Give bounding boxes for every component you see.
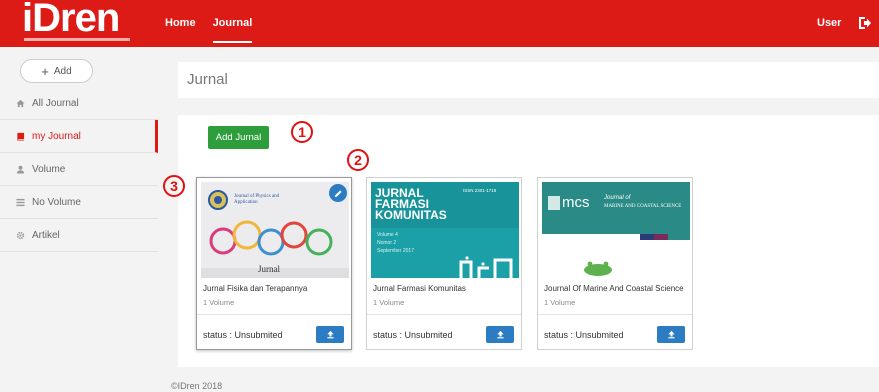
plus-icon: +: [41, 63, 49, 79]
sidebar-item-label: Artikel: [32, 229, 60, 241]
journal-cover-image: JURNAL FARMASI KOMUNITAS ISSN 2301-1718 …: [371, 182, 519, 278]
pencil-icon: [334, 189, 342, 197]
annotation-marker-2: 2: [347, 149, 369, 171]
annotation-marker-3: 3: [163, 175, 185, 197]
main-nav: Home Journal: [165, 0, 269, 47]
cover-volume: Volume 4: [377, 232, 398, 238]
user-icon: [16, 165, 25, 174]
sidebar-item-label: my Journal: [32, 130, 81, 142]
nav-journal[interactable]: Journal: [212, 0, 252, 47]
cover-date: September 2017: [377, 248, 414, 254]
sidebar-item-volume[interactable]: Volume: [0, 153, 158, 186]
annotation-marker-1: 1: [291, 121, 313, 143]
user-menu[interactable]: User: [817, 0, 841, 47]
page-title: Jurnal: [187, 71, 228, 88]
sidebar-item-label: No Volume: [32, 196, 81, 208]
journal-card-farmasi[interactable]: JURNAL FARMASI KOMUNITAS ISSN 2301-1718 …: [366, 177, 522, 350]
add-button-label: Add: [53, 65, 72, 77]
add-jurnal-button[interactable]: Add Jurnal: [208, 126, 269, 149]
cover-heading: Journal of Physics and Application: [234, 194, 280, 205]
sidebar-item-label: All Journal: [32, 97, 79, 109]
cover-issn: ISSN 2301-1718: [463, 188, 497, 193]
cover-title-line3: KOMUNITAS: [375, 208, 447, 222]
idren-logo[interactable]: iDren: [22, 0, 134, 44]
upload-icon: [667, 330, 675, 339]
journal-card-fisika[interactable]: Journal of Physics and Application Jurna…: [196, 177, 352, 350]
sidebar: + Add All Journal my Journal Volume No V…: [0, 47, 158, 392]
upload-icon: [496, 330, 504, 339]
gear-icon: [16, 231, 25, 240]
cover-number: Nomor 2: [377, 240, 397, 246]
edit-button[interactable]: [329, 184, 347, 202]
upload-icon: [326, 330, 334, 339]
upload-button[interactable]: [657, 326, 685, 343]
journal-card-marine[interactable]: mcs Journal of MARINE AND COASTAL SCIENC…: [537, 177, 693, 350]
journal-cover-image: Journal of Physics and Application Jurna…: [201, 182, 349, 278]
upload-button[interactable]: [316, 326, 344, 343]
list-icon: [16, 198, 25, 207]
upload-button[interactable]: [486, 326, 514, 343]
journal-volume-count: 1 Volume: [544, 298, 576, 307]
sidebar-item-artikel[interactable]: Artikel: [0, 219, 158, 252]
journal-title[interactable]: Journal Of Marine And Coastal Science: [544, 284, 684, 293]
journal-volume-count: 1 Volume: [373, 298, 405, 307]
nav-home[interactable]: Home: [165, 0, 196, 47]
journal-status: status : Unsubmited: [373, 330, 453, 340]
logo-text: iDren: [22, 0, 120, 40]
cover-journal-name: MARINE AND COASTAL SCIENCE: [604, 204, 682, 209]
sidebar-item-my-journal[interactable]: my Journal: [0, 120, 158, 153]
journal-volume-count: 1 Volume: [203, 298, 235, 307]
sidebar-item-label: Volume: [32, 163, 66, 175]
footer-copyright: ©IDren 2018: [171, 381, 223, 391]
book-icon: [16, 132, 25, 141]
cover-word: Jurnal: [258, 264, 280, 274]
cover-journal-of: Journal of: [604, 195, 631, 201]
journal-title[interactable]: Jurnal Farmasi Komunitas: [373, 284, 466, 293]
top-navbar: iDren Home Journal User: [0, 0, 879, 47]
journal-status: status : Unsubmited: [544, 330, 624, 340]
journal-status: status : Unsubmited: [203, 330, 283, 340]
add-button[interactable]: + Add: [20, 59, 93, 83]
page-header: Jurnal: [178, 62, 879, 98]
journal-title[interactable]: Jurnal Fisika dan Terapannya: [203, 284, 307, 293]
home-icon: [16, 99, 25, 108]
journal-cover-image: mcs Journal of MARINE AND COASTAL SCIENC…: [542, 182, 690, 278]
cover-mcs: mcs: [562, 194, 590, 211]
logout-icon[interactable]: [858, 16, 872, 30]
sidebar-item-all-journal[interactable]: All Journal: [0, 87, 158, 120]
sidebar-item-no-volume[interactable]: No Volume: [0, 186, 158, 219]
